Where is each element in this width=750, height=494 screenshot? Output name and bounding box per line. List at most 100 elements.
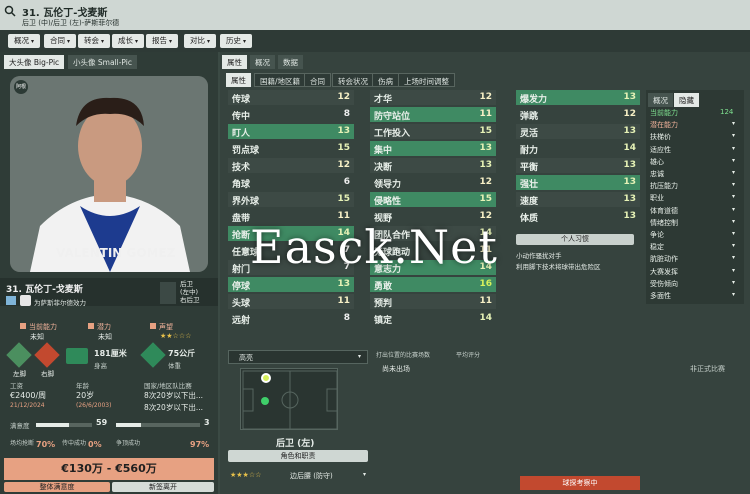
right-foot-label: 右脚 xyxy=(41,370,54,378)
hidden-attribute-item[interactable]: 多面性 ▾ xyxy=(650,291,742,301)
tab-attributes[interactable]: 属性 xyxy=(222,55,247,69)
nation-badge: 阿根 xyxy=(14,80,28,94)
pct3-value: 97% xyxy=(190,440,210,449)
hidden-attribute-item[interactable]: 潜在能力 ▾ xyxy=(650,120,742,130)
subtab-transfer-status[interactable]: 转会状况 xyxy=(332,73,374,87)
attribute-name: 射门 xyxy=(232,265,251,275)
position-name: 后卫 (左) xyxy=(276,439,315,449)
tab-overview[interactable]: 概况 xyxy=(250,55,275,69)
height-label: 身高 xyxy=(94,362,107,370)
subtab-nationality[interactable]: 国籍/地区籍 xyxy=(254,73,307,87)
intl-label: 国家/地区队比赛 xyxy=(144,382,192,390)
pct2-label: 传中成功 xyxy=(62,440,87,447)
hidden-attribute-item[interactable]: 适应性 ▾ xyxy=(650,145,742,155)
attribute-value: 12 xyxy=(479,92,492,102)
watermark-text: Easck.Net xyxy=(250,220,498,274)
subtab-attributes[interactable]: 属性 xyxy=(226,73,251,87)
traits-button[interactable]: 个人习惯 xyxy=(516,234,634,245)
attribute-name: 速度 xyxy=(520,197,539,207)
hidden-attribute-item[interactable]: 稳定 ▾ xyxy=(650,242,742,252)
nav-transfer[interactable]: 转会 ▾ xyxy=(78,34,111,48)
chevron-down-icon: ▾ xyxy=(31,38,35,45)
attribute-name: 盯人 xyxy=(232,129,251,139)
tab-big-pic[interactable]: 大头像 Big-Pic xyxy=(4,55,65,69)
hidden-attribute-item[interactable]: 情绪控制 ▾ xyxy=(650,218,742,228)
position-marker-secondary[interactable] xyxy=(261,397,269,405)
attribute-name: 工作投入 xyxy=(374,129,411,139)
subtab-playtime[interactable]: 上场时间调整 xyxy=(398,73,455,87)
subtab-injury[interactable]: 伤病 xyxy=(372,73,399,87)
attribute-value: 15 xyxy=(479,194,492,204)
tab-data[interactable]: 数据 xyxy=(278,55,303,69)
nav-compare[interactable]: 对比 ▾ xyxy=(184,34,217,48)
attribute-value: 13 xyxy=(337,279,350,289)
attribute-row: 传中 8 xyxy=(228,107,354,122)
attribute-name: 停球 xyxy=(232,282,251,292)
attribute-value: 13 xyxy=(623,211,636,221)
attribute-value: 13 xyxy=(623,92,636,102)
stats-row: 尚未出场 xyxy=(382,365,410,373)
pct2-value: 0% xyxy=(88,440,102,449)
mini-pitch-icon xyxy=(160,282,176,304)
position-pitch xyxy=(240,368,338,430)
hidden-attribute-label: 潜在能力 xyxy=(650,121,678,130)
star-icon xyxy=(150,323,156,329)
chevron-down-icon: ▾ xyxy=(732,205,736,213)
hidden-attribute-item[interactable]: 争论 ▾ xyxy=(650,230,742,240)
wage-value: €2400/周 xyxy=(10,391,47,400)
tab-small-pic[interactable]: 小头像 Small-Pic xyxy=(68,55,137,69)
hidden-attribute-item[interactable]: 扶梯价 ▾ xyxy=(650,132,742,142)
tab-right-hidden[interactable]: 隐藏 xyxy=(674,93,699,107)
hidden-attribute-item[interactable]: 体育道德 ▾ xyxy=(650,206,742,216)
chevron-down-icon: ▾ xyxy=(732,254,736,262)
attribute-row: 角球 6 xyxy=(228,175,354,190)
nav-reports[interactable]: 报告 ▾ xyxy=(146,34,179,48)
attribute-name: 勇敢 xyxy=(374,282,393,292)
intl-value-2: 8次20岁以下出... xyxy=(144,403,203,412)
attribute-row: 传球 12 xyxy=(228,90,354,105)
hidden-attribute-label: 适应性 xyxy=(650,145,671,154)
height-value: 181厘米 xyxy=(94,349,127,358)
hidden-attribute-item[interactable]: 当前能力 124 xyxy=(650,108,742,118)
nav-contract[interactable]: 合同 ▾ xyxy=(44,34,77,48)
attribute-value: 12 xyxy=(479,177,492,187)
hidden-attribute-item[interactable]: 受伤倾向 ▾ xyxy=(650,279,742,289)
hidden-attribute-item[interactable]: 忠诚 ▾ xyxy=(650,169,742,179)
attribute-row: 镇定 14 xyxy=(370,311,496,326)
role-select[interactable]: ★★★☆☆ 边后腰 (防守) ▾ xyxy=(228,470,368,482)
attribute-name: 集中 xyxy=(374,146,393,156)
status-button[interactable]: 新签离开 xyxy=(112,482,214,492)
attribute-row: 远射 8 xyxy=(228,311,354,326)
attribute-row: 勇敢 16 xyxy=(370,277,496,292)
morale-label: 满意度 xyxy=(10,422,30,430)
formation-select[interactable]: 高亮 ▾ xyxy=(228,350,368,364)
hidden-attribute-label: 雄心 xyxy=(650,157,664,166)
attribute-name: 爆发力 xyxy=(520,95,548,105)
attribute-value: 11 xyxy=(337,296,350,306)
age-label: 年龄 xyxy=(76,382,89,390)
scouting-button[interactable]: 球探考察中 xyxy=(520,476,640,490)
attribute-row: 才华 12 xyxy=(370,90,496,105)
overall-morale-button[interactable]: 整体满意度 xyxy=(4,482,110,492)
trait-1: 小动作骚扰对手 xyxy=(516,252,562,260)
hidden-attribute-item[interactable]: 雄心 ▾ xyxy=(650,157,742,167)
chevron-down-icon: ▾ xyxy=(732,291,736,298)
attribute-name: 罚点球 xyxy=(232,146,260,156)
attribute-value: 13 xyxy=(623,194,636,204)
page-title: 31. 瓦伦丁-戈麦斯 xyxy=(22,8,108,19)
nav-development[interactable]: 成长 ▾ xyxy=(112,34,145,48)
subtab-contract[interactable]: 合同 xyxy=(304,73,331,87)
hidden-attribute-item[interactable]: 肮脏动作 ▾ xyxy=(650,254,742,264)
hidden-attribute-item[interactable]: 抗压能力 ▾ xyxy=(650,181,742,191)
hidden-attribute-item[interactable]: 大赛发挥 ▾ xyxy=(650,267,742,277)
search-icon[interactable] xyxy=(4,5,16,17)
flag-icon xyxy=(6,296,16,305)
position-marker-primary[interactable] xyxy=(261,373,271,383)
nav-overview[interactable]: 概况 ▾ xyxy=(8,34,41,48)
wage-date: 21/12/2024 xyxy=(10,402,45,409)
role-duty-button[interactable]: 角色和职责 xyxy=(228,450,368,462)
tab-right-overview[interactable]: 概况 xyxy=(648,93,673,107)
nav-history[interactable]: 历史 ▾ xyxy=(220,34,253,48)
chevron-down-icon: ▾ xyxy=(732,169,736,176)
hidden-attribute-item[interactable]: 职业 ▾ xyxy=(650,193,742,203)
